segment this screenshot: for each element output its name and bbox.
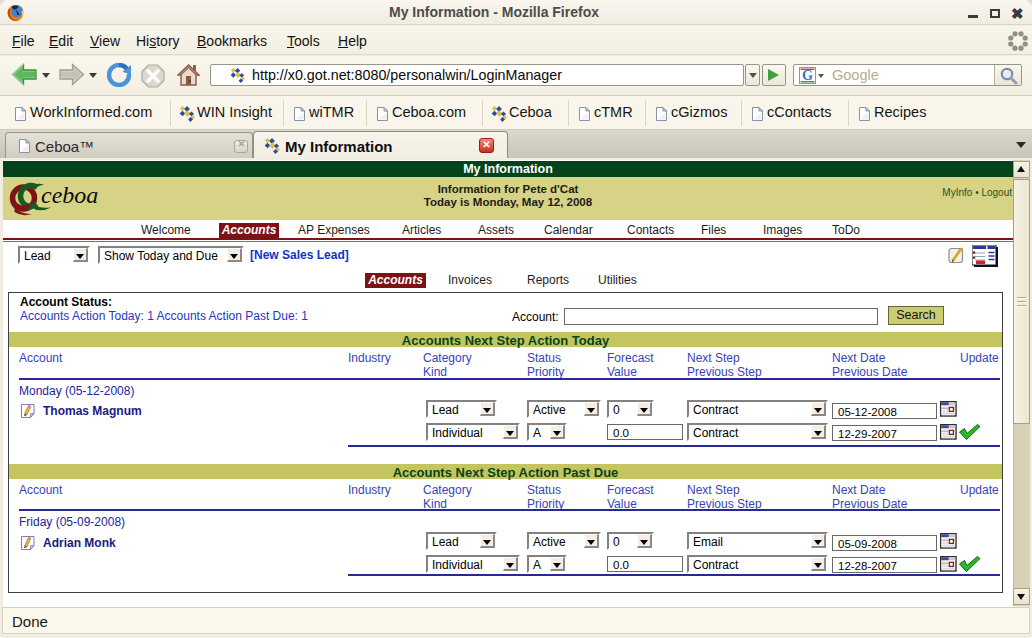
svg-text:G: G <box>802 68 813 83</box>
